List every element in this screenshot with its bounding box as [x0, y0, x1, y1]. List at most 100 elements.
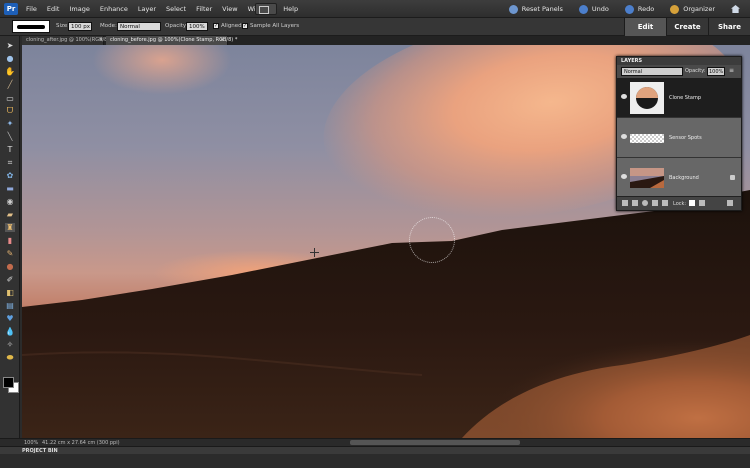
undo-label: Undo [591, 5, 609, 13]
layer-thumbnail [630, 122, 664, 154]
panel-menu-icon[interactable]: ≡ [729, 67, 734, 74]
tab-share[interactable]: Share [708, 18, 750, 36]
red-eye-tool-icon[interactable]: ◉ [5, 197, 15, 206]
paint-bucket-tool-icon[interactable]: ◧ [5, 288, 15, 297]
arrange-layout-button[interactable] [255, 3, 277, 15]
reset-panels-label: Reset Panels [521, 5, 563, 13]
redo-button[interactable]: Redo [624, 4, 655, 14]
top-right-actions: Reset Panels Undo Redo Organizer [508, 0, 750, 18]
layers-panel-title: LAYERS [617, 57, 741, 65]
document-tabs: cloning_after.jpg @ 100%(RGB/8) cloning_… [22, 36, 750, 45]
menu-bar: Pr File Edit Image Enhance Layer Select … [0, 0, 750, 18]
visibility-eye-icon[interactable] [621, 174, 627, 179]
menu-help[interactable]: Help [283, 5, 298, 13]
blend-tool-icon[interactable]: ⬬ [5, 353, 15, 362]
zoom-tool-icon[interactable]: ● [5, 54, 15, 63]
shape-tool-icon[interactable]: ♥ [5, 314, 15, 323]
straighten-tool-icon[interactable]: ▬ [5, 184, 15, 193]
organizer-button[interactable]: Organizer [670, 4, 715, 14]
eyedropper-tool-icon[interactable]: ╱ [5, 80, 15, 89]
lock-label: Lock: [673, 201, 687, 207]
horizontal-scrollbar[interactable] [350, 440, 520, 445]
crop-tool-icon[interactable]: ⌗ [5, 158, 15, 167]
layer-row-sensor-spots[interactable]: Sensor Spots [617, 118, 741, 158]
link-layers-icon[interactable] [632, 200, 638, 206]
app-logo: Pr [4, 3, 18, 15]
type-tool-icon[interactable]: T [5, 145, 15, 154]
eraser-tool-icon[interactable]: ▮ [5, 236, 15, 245]
magic-wand-tool-icon[interactable]: ✦ [5, 119, 15, 128]
adjustment-layer-icon[interactable] [642, 200, 648, 206]
sponge-tool-icon[interactable]: ✧ [5, 340, 15, 349]
visibility-eye-icon[interactable] [621, 94, 627, 99]
reset-panels-icon [508, 4, 518, 14]
clone-stamp-tool-icon[interactable]: ♜ [5, 223, 15, 232]
layer-opacity-field[interactable]: 100% [707, 67, 725, 76]
toolbox: ➤ ● ✋ ╱ ▭ ᗜ ✦ ╲ T ⌗ ✿ ▬ ◉ ▰ ♜ ▮ ✎ ● ✐ ◧ … [0, 36, 20, 452]
foreground-color-swatch[interactable] [3, 377, 14, 388]
undo-button[interactable]: Undo [578, 4, 609, 14]
menu-file[interactable]: File [26, 5, 37, 13]
delete-layer-icon[interactable] [727, 200, 733, 206]
menu-edit[interactable]: Edit [47, 5, 60, 13]
doc-tab-cloning-before[interactable]: cloning_before.jpg @ 100%(Clone Stamp, R… [106, 36, 237, 45]
pencil-tool-icon[interactable]: ✐ [5, 275, 15, 284]
doc-tab-cloning-after[interactable]: cloning_after.jpg @ 100%(RGB/8) [22, 36, 109, 45]
project-bin-bar[interactable]: PROJECT BIN [0, 446, 750, 454]
lock-transparency-icon[interactable] [689, 200, 695, 206]
hand-tool-icon[interactable]: ✋ [5, 67, 15, 76]
menu-layer[interactable]: Layer [138, 5, 156, 13]
new-layer-icon[interactable] [622, 200, 628, 206]
close-icon[interactable]: ✕ [220, 36, 224, 45]
tab-edit[interactable]: Edit [624, 18, 666, 36]
visibility-eye-icon[interactable] [621, 134, 627, 139]
opacity-label: Opacity: [165, 23, 188, 29]
move-tool-icon[interactable]: ➤ [5, 41, 15, 50]
opacity-field[interactable]: 100% [186, 22, 208, 31]
redo-icon [624, 4, 634, 14]
layer-link-icon[interactable] [662, 200, 668, 206]
tab-create[interactable]: Create [666, 18, 708, 36]
layer-row-clone-stamp[interactable]: Clone Stamp [617, 78, 741, 118]
sample-all-layers-label: Sample All Layers [250, 23, 300, 29]
aligned-checkbox[interactable]: ✓ [213, 23, 219, 29]
quick-selection-tool-icon[interactable]: ╲ [5, 132, 15, 141]
blend-mode-select[interactable]: Normal [621, 67, 683, 76]
menu-enhance[interactable]: Enhance [100, 5, 128, 13]
spot-healing-tool-icon[interactable]: ▰ [5, 210, 15, 219]
reset-panels-button[interactable]: Reset Panels [508, 4, 563, 14]
layer-name: Sensor Spots [669, 135, 702, 141]
lock-all-icon[interactable] [699, 200, 705, 206]
brush-tool-icon[interactable]: ✎ [5, 249, 15, 258]
blur-tool-icon[interactable]: 💧 [5, 327, 15, 336]
close-icon[interactable]: ✕ [99, 36, 103, 45]
menu-view[interactable]: View [222, 5, 237, 13]
doc-tab-label: cloning_before.jpg @ 100%(Clone Stamp, R… [110, 37, 238, 43]
layer-mask-icon[interactable] [652, 200, 658, 206]
lasso-tool-icon[interactable]: ᗜ [5, 106, 15, 115]
menu-select[interactable]: Select [166, 5, 186, 13]
organizer-icon [670, 4, 680, 14]
brush-preset-picker[interactable] [12, 20, 50, 33]
mode-label: Mode: [100, 23, 117, 29]
aligned-label: Aligned [221, 23, 242, 29]
menu-image[interactable]: Image [69, 5, 89, 13]
redo-label: Redo [637, 5, 655, 13]
gradient-tool-icon[interactable]: ▤ [5, 301, 15, 310]
sample-all-layers-checkbox[interactable]: ✓ [242, 23, 248, 29]
layers-panel-options: Normal Opacity: 100% ≡ [617, 65, 741, 78]
smart-brush-tool-icon[interactable]: ● [5, 262, 15, 271]
layer-name: Clone Stamp [669, 95, 702, 101]
size-field[interactable]: 100 px [68, 22, 92, 31]
cookie-cutter-tool-icon[interactable]: ✿ [5, 171, 15, 180]
layer-thumbnail [630, 82, 664, 114]
bottom-panel [0, 454, 750, 468]
mode-select[interactable]: Normal [117, 22, 161, 31]
layer-opacity-label: Opacity: [685, 68, 706, 74]
layer-row-background[interactable]: Background [617, 158, 741, 198]
undo-icon [578, 4, 588, 14]
home-icon[interactable] [731, 5, 740, 13]
marquee-tool-icon[interactable]: ▭ [5, 94, 15, 103]
menu-filter[interactable]: Filter [196, 5, 212, 13]
organizer-label: Organizer [683, 5, 715, 13]
